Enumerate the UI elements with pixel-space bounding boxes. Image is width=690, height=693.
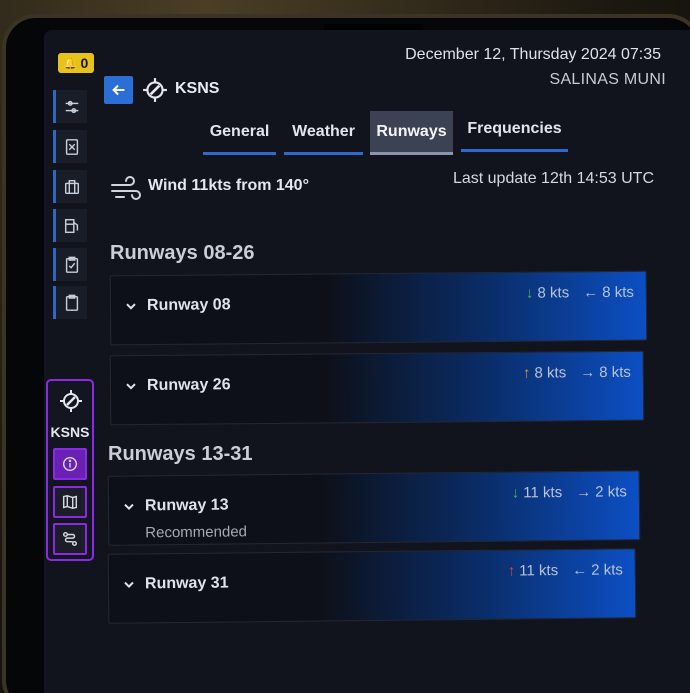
- notification-count: 0: [80, 55, 89, 71]
- runway-name: Runway 08: [146, 296, 231, 315]
- arrow-up-icon: ↑: [522, 364, 531, 382]
- crosswind-component: → 2 kts: [576, 483, 627, 501]
- crosswind-value: 8 kts: [599, 363, 631, 382]
- arrow-right-icon: →: [580, 364, 596, 382]
- arrow-left-icon: [111, 84, 124, 96]
- headwind-component: ↑ 8 kts: [523, 364, 566, 381]
- crosswind-component: → 8 kts: [580, 364, 631, 381]
- arrow-right-icon: →: [576, 483, 592, 501]
- clipboard-icon: [65, 294, 78, 311]
- runway-name: Runway 26: [146, 376, 231, 395]
- chevron-down-icon: [124, 581, 134, 588]
- headwind-value: 8 kts: [534, 364, 567, 382]
- runway-card-26[interactable]: Runway 26 ↑ 8 kts → 8 kts: [109, 350, 645, 426]
- date-time: December 12, Thursday 2024 07:35: [405, 46, 661, 63]
- airport-map-button[interactable]: [53, 486, 87, 518]
- map-icon: [62, 494, 78, 510]
- bell-icon: 🔔: [63, 57, 78, 70]
- runway-card-31[interactable]: Runway 31 ↑ 11 kts ← 2 kts: [107, 548, 637, 624]
- runway-name: Runway 31: [144, 574, 229, 593]
- runway-card-13[interactable]: Runway 13 Recommended ↓ 11 kts → 2 kts: [107, 470, 641, 546]
- arrow-left-icon: ←: [583, 284, 599, 302]
- runway-card-08[interactable]: Runway 08 ↓ 8 kts ← 8 kts: [109, 270, 648, 346]
- headwind-value: 11 kts: [523, 484, 563, 502]
- wind-summary: Wind 11kts from 140°: [148, 177, 309, 194]
- headwind-component: ↓ 8 kts: [526, 284, 569, 301]
- crosswind-value: 2 kts: [595, 483, 627, 501]
- tab-runways[interactable]: Runways: [370, 111, 453, 155]
- runway-wind-components: ↓ 8 kts ← 8 kts: [526, 284, 634, 302]
- tab-frequencies[interactable]: Frequencies: [461, 108, 568, 152]
- section-title-runways-08-26: Runways 08-26: [110, 242, 255, 264]
- arrow-down-icon: ↓: [525, 284, 534, 302]
- arrow-down-icon: ↓: [511, 484, 520, 502]
- page-title: KSNS: [175, 80, 220, 97]
- info-icon: [62, 456, 78, 472]
- sidebar-item-notes[interactable]: [53, 286, 87, 319]
- wind-icon: [111, 176, 141, 200]
- briefcase-icon: [64, 179, 79, 194]
- fuel-icon: [64, 218, 78, 233]
- runway-wind-components: ↑ 8 kts → 8 kts: [523, 364, 631, 382]
- crosswind-value: 2 kts: [591, 561, 623, 579]
- airport-name: SALINAS MUNI: [549, 71, 666, 88]
- airport-panel-label: KSNS: [50, 424, 90, 440]
- airport-info-button[interactable]: [53, 448, 87, 480]
- airport-panel: KSNS: [46, 379, 94, 561]
- sidebar-item-checklist[interactable]: [53, 248, 87, 281]
- airport-route-button[interactable]: [53, 523, 87, 555]
- sidebar-item-settings[interactable]: [53, 90, 87, 123]
- crosswind-component: ← 2 kts: [572, 561, 623, 579]
- airport-icon: [143, 78, 167, 102]
- headwind-component: ↑ 11 kts: [508, 562, 559, 580]
- runway-recommended-label: Recommended: [145, 523, 248, 542]
- sidebar-item-fuel[interactable]: [53, 209, 87, 242]
- chevron-down-icon: [126, 383, 136, 390]
- arrow-left-icon: ←: [572, 561, 588, 579]
- last-update: Last update 12th 14:53 UTC: [452, 170, 654, 187]
- runway-wind-components: ↑ 11 kts ← 2 kts: [508, 561, 623, 579]
- airport-icon: [60, 390, 82, 412]
- headwind-value: 11 kts: [519, 562, 559, 580]
- back-button[interactable]: [104, 76, 133, 104]
- crosswind-component: ← 8 kts: [583, 284, 634, 301]
- sliders-icon: [65, 100, 78, 113]
- tab-general[interactable]: General: [203, 111, 276, 155]
- runway-wind-components: ↓ 11 kts → 2 kts: [512, 483, 627, 501]
- tab-weather[interactable]: Weather: [284, 111, 363, 155]
- route-icon: [62, 531, 78, 547]
- chevron-down-icon: [126, 303, 136, 310]
- calculator-icon: [65, 138, 78, 155]
- chevron-down-icon: [124, 503, 134, 510]
- runway-name: Runway 13: [144, 496, 229, 515]
- section-title-runways-13-31: Runways 13-31: [108, 443, 253, 465]
- headwind-value: 8 kts: [537, 284, 570, 302]
- sidebar-item-payload[interactable]: [53, 170, 87, 203]
- checklist-icon: [65, 256, 78, 273]
- notification-badge[interactable]: 🔔 0: [58, 53, 94, 73]
- headwind-component: ↓ 11 kts: [512, 484, 563, 502]
- crosswind-value: 8 kts: [602, 283, 634, 302]
- arrow-up-icon: ↑: [507, 562, 516, 580]
- sidebar-item-calculator[interactable]: [53, 130, 87, 163]
